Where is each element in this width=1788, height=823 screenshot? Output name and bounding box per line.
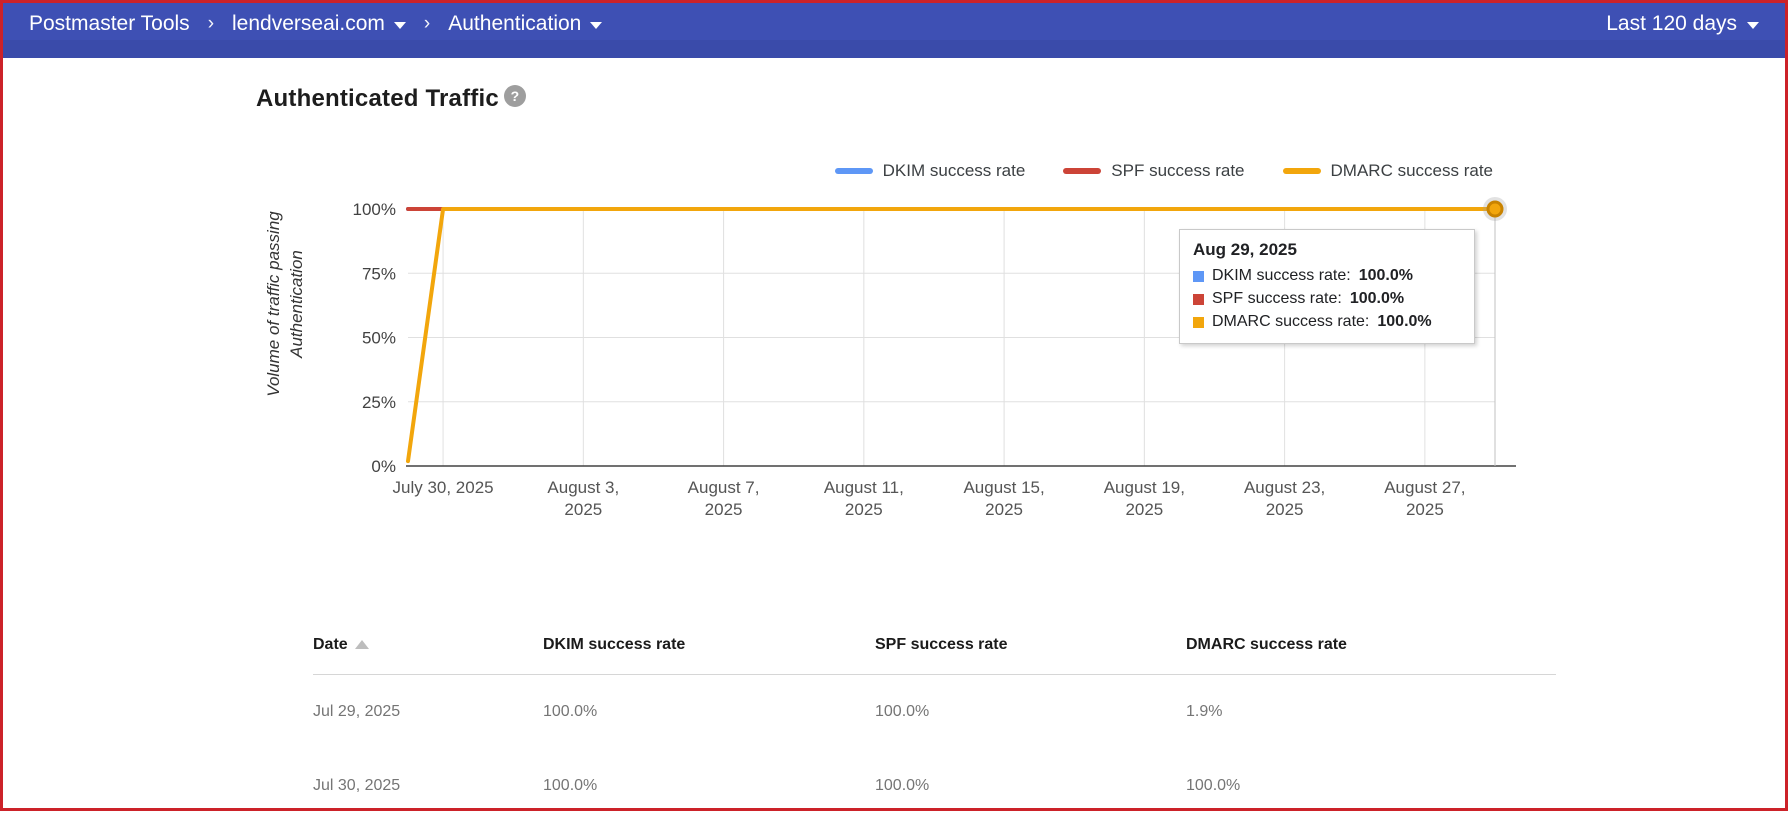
column-header-label: DKIM success rate — [543, 636, 685, 654]
x-tick-label: July 30, 2025 — [392, 478, 493, 497]
sort-ascending-icon — [355, 640, 369, 649]
series-square-icon — [1193, 294, 1204, 305]
y-tick-label: 25% — [362, 393, 396, 412]
y-tick-label: 50% — [362, 329, 396, 348]
tooltip-series-value: 100.0% — [1359, 267, 1413, 285]
help-icon[interactable]: ? — [504, 85, 526, 107]
date-range-selector[interactable]: Last 120 days — [1606, 11, 1759, 37]
chevron-right-icon: › — [208, 11, 214, 37]
tooltip-series-label: DKIM success rate: — [1212, 267, 1351, 285]
table-cell: 100.0% — [543, 777, 875, 795]
x-tick-label: August 3, — [547, 478, 619, 497]
column-header-dkim-success-rate[interactable]: DKIM success rate — [543, 636, 875, 654]
x-tick-label: 2025 — [1406, 500, 1444, 519]
caret-down-icon — [394, 22, 406, 29]
column-header-label: DMARC success rate — [1186, 636, 1347, 654]
tooltip-row: SPF success rate: 100.0% — [1193, 290, 1460, 308]
table-header-row: Date DKIM success rate SPF success rate DMA… — [313, 615, 1556, 675]
breadcrumb-app-title[interactable]: Postmaster Tools — [29, 11, 190, 37]
x-tick-label: 2025 — [985, 500, 1023, 519]
column-header-spf-success-rate[interactable]: SPF success rate — [875, 636, 1186, 654]
y-tick-label: 75% — [362, 264, 396, 283]
breadcrumb-section-selector[interactable]: Authentication — [448, 11, 602, 37]
y-tick-label: 0% — [371, 457, 396, 476]
x-tick-label: August 11, — [824, 478, 904, 497]
column-header-label: Date — [313, 636, 348, 654]
app-title-label: Postmaster Tools — [29, 11, 190, 37]
breadcrumb: Postmaster Tools › lendverseai.com › Aut… — [29, 11, 602, 37]
column-header-label: SPF success rate — [875, 636, 1008, 654]
table-cell: Jul 29, 2025 — [313, 703, 543, 721]
breadcrumb-domain-selector[interactable]: lendverseai.com — [232, 11, 406, 37]
page-title: Authenticated Traffic — [256, 85, 499, 113]
domain-label: lendverseai.com — [232, 11, 385, 37]
tooltip-row: DKIM success rate: 100.0% — [1193, 267, 1460, 285]
x-tick-label: August 23, — [1244, 478, 1325, 497]
column-header-date[interactable]: Date — [313, 636, 543, 654]
tooltip-series-value: 100.0% — [1377, 313, 1431, 331]
authentication-table: Date DKIM success rate SPF success rate DMA… — [313, 615, 1556, 823]
hover-point-marker[interactable] — [1488, 202, 1502, 216]
x-tick-label: August 27, — [1384, 478, 1465, 497]
table-cell: Jul 30, 2025 — [313, 777, 543, 795]
x-tick-label: 2025 — [845, 500, 883, 519]
table-row: Jul 30, 2025100.0%100.0%100.0% — [313, 749, 1556, 823]
column-header-dmarc-success-rate[interactable]: DMARC success rate — [1186, 636, 1556, 654]
tooltip-series-label: SPF success rate: — [1212, 290, 1342, 308]
x-tick-label: 2025 — [564, 500, 602, 519]
y-tick-label: 100% — [353, 200, 396, 219]
chart-tooltip: Aug 29, 2025 DKIM success rate:100.0%SPF… — [1179, 229, 1475, 344]
x-tick-label: 2025 — [705, 500, 743, 519]
series-square-icon — [1193, 317, 1204, 328]
x-tick-label: August 7, — [688, 478, 760, 497]
tooltip-series-label: DMARC success rate: — [1212, 313, 1369, 331]
tooltip-series-value: 100.0% — [1350, 290, 1404, 308]
series-square-icon — [1193, 271, 1204, 282]
x-tick-label: 2025 — [1125, 500, 1163, 519]
authentication-chart[interactable]: 100% 75% 50% 25% 0% July 30, 2025 August 3, 202… — [258, 168, 1538, 528]
tooltip-date: Aug 29, 2025 — [1193, 240, 1460, 260]
x-tick-label: August 19, — [1104, 478, 1185, 497]
table-row: Jul 29, 2025100.0%100.0%1.9% — [313, 675, 1556, 749]
caret-down-icon — [590, 22, 602, 29]
postmaster-tools-page: { "topbar": { "app_title": "Postmaster T… — [0, 0, 1788, 811]
table-cell: 100.0% — [1186, 777, 1556, 795]
page-title-row: Authenticated Traffic ? — [256, 85, 526, 113]
table-cell: 100.0% — [875, 703, 1186, 721]
section-label: Authentication — [448, 11, 581, 37]
table-cell: 100.0% — [875, 777, 1186, 795]
chevron-right-icon: › — [424, 11, 430, 37]
top-app-bar: Postmaster Tools › lendverseai.com › Aut… — [3, 3, 1785, 58]
table-cell: 1.9% — [1186, 703, 1556, 721]
date-range-label: Last 120 days — [1606, 11, 1737, 37]
x-tick-label: August 15, — [963, 478, 1044, 497]
table-cell: 100.0% — [543, 703, 875, 721]
x-tick-label: 2025 — [1266, 500, 1304, 519]
caret-down-icon — [1747, 22, 1759, 29]
tooltip-row: DMARC success rate: 100.0% — [1193, 313, 1460, 331]
